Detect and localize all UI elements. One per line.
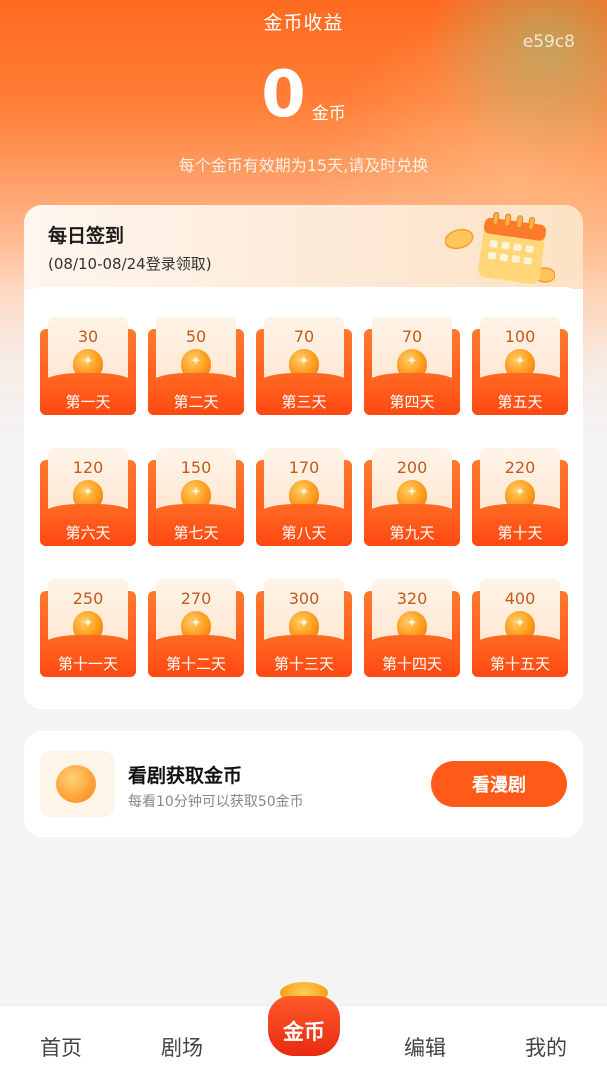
signin-day-tile[interactable]: 220 第十天 [472,448,568,546]
watch-drama-button[interactable]: 看漫剧 [431,761,567,807]
tab-mine[interactable]: 我的 [506,1032,586,1062]
signin-day-tile[interactable]: 150 第七天 [148,448,244,546]
watch-task-card: 看剧获取金币 每看10分钟可以获取50金币 看漫剧 [24,731,583,837]
day-label: 第十一天 [57,655,118,673]
day-reward-amount: 220 [504,458,536,477]
daily-signin-card: 每日签到 (08/10-08/24登录领取) 30第一天50第二天70第三天70… [24,205,583,709]
signin-header: 每日签到 (08/10-08/24登录领取) [24,205,583,289]
signin-day-tile[interactable]: 100 第五天 [472,317,568,415]
day-reward-amount: 170 [288,458,320,477]
signin-day-tile[interactable]: 120 第六天 [40,448,136,546]
day-reward-amount: 150 [180,458,212,477]
day-label: 第十三天 [273,655,334,673]
signin-title: 每日签到 [48,225,125,247]
day-label: 第九天 [389,524,435,542]
signin-date-range: (08/10-08/24登录领取) [48,255,212,273]
calendar-icon [445,211,555,284]
day-label: 第三天 [281,393,327,411]
day-label: 第二天 [173,393,219,411]
signin-day-tile[interactable]: 300 第十三天 [256,579,352,677]
task-description: 每看10分钟可以获取50金币 [128,794,304,810]
day-reward-amount: 50 [185,327,207,346]
day-label: 第五天 [497,393,543,411]
day-reward-amount: 70 [293,327,315,346]
day-reward-amount: 30 [77,327,99,346]
day-label: 第十四天 [381,655,442,673]
day-reward-amount: 120 [72,458,104,477]
tab-theater[interactable]: 剧场 [142,1032,222,1062]
coin-balance: 0 金币 [0,60,607,130]
signin-day-tile[interactable]: 30 第一天 [40,317,136,415]
signin-day-tile[interactable]: 170 第八天 [256,448,352,546]
signin-day-tile[interactable]: 270 第十二天 [148,579,244,677]
day-reward-amount: 70 [401,327,423,346]
day-label: 第十二天 [165,655,226,673]
day-label: 第七天 [173,524,219,542]
tab-edit[interactable]: 编辑 [385,1032,465,1062]
day-label: 第十五天 [489,655,550,673]
page-title: 金币收益 [263,12,344,34]
tab-coins-label: 金币 [283,1020,325,1044]
signin-day-tile[interactable]: 50 第二天 [148,317,244,415]
signin-day-tile[interactable]: 250 第十一天 [40,579,136,677]
day-label: 第一天 [65,393,111,411]
watermark: e59c8 [522,32,575,52]
day-reward-amount: 250 [72,589,104,608]
day-label: 第十天 [497,524,543,542]
day-reward-amount: 200 [396,458,428,477]
coin-icon [56,765,96,803]
day-reward-amount: 100 [504,327,536,346]
tab-home[interactable]: 首页 [21,1032,101,1062]
balance-value: 0 [261,58,306,132]
signin-day-tile[interactable]: 320 第十四天 [364,579,460,677]
signin-day-tile[interactable]: 70 第三天 [256,317,352,415]
signin-day-tile[interactable]: 400 第十五天 [472,579,568,677]
tab-coins[interactable]: 金币 [262,976,346,1066]
day-reward-amount: 400 [504,589,536,608]
task-title: 看剧获取金币 [128,765,243,787]
day-reward-amount: 320 [396,589,428,608]
task-icon-box [40,751,114,817]
day-reward-amount: 270 [180,589,212,608]
day-reward-amount: 300 [288,589,320,608]
signin-day-tile[interactable]: 70 第四天 [364,317,460,415]
balance-unit: 金币 [311,104,346,124]
day-label: 第六天 [65,524,111,542]
signin-grid: 30 第一天 50 第二天 70 第三天 70 第四天 100 第五天 120 第六天 150 第七天 17… [24,287,583,709]
bottom-tabbar: 首页 剧场 金币 编辑 我的 [0,982,607,1080]
day-label: 第四天 [389,393,435,411]
day-label: 第八天 [281,524,327,542]
signin-day-tile[interactable]: 200 第九天 [364,448,460,546]
validity-note: 每个金币有效期为15天,请及时兑换 [178,156,429,175]
